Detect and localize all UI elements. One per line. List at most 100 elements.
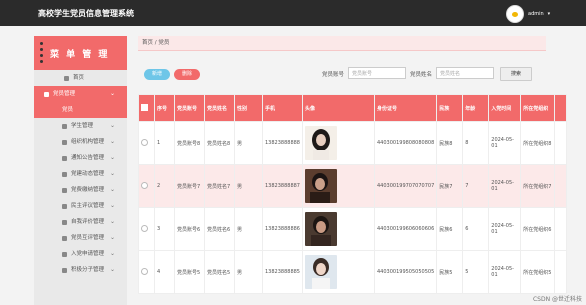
- cell-no: 4: [154, 250, 175, 294]
- breadcrumb-home[interactable]: 首页: [142, 40, 153, 46]
- row-checkbox[interactable]: [141, 224, 148, 232]
- list-icon: [62, 155, 67, 161]
- column-header-overflow: [554, 94, 568, 122]
- cell-no: 2: [154, 164, 175, 208]
- list-icon: [62, 187, 67, 193]
- delete-button[interactable]: 删除: [174, 69, 200, 80]
- sidebar-item-label: 党员: [62, 107, 74, 113]
- sidebar-item-label: 党建动态管理: [71, 171, 105, 177]
- table-row[interactable]: 1 党员账号8 党员姓名8 男 13823888888 440300199808…: [138, 121, 568, 165]
- sidebar-item-activists[interactable]: 积极分子管理 ⌄: [34, 262, 127, 278]
- sidebar-item-students[interactable]: 学生管理 ⌄: [34, 118, 127, 134]
- sidebar-item-label: 通知公告管理: [71, 155, 105, 161]
- chevron-down-icon: ⌄: [109, 234, 115, 241]
- list-icon: [62, 267, 67, 273]
- column-header: 党员姓名: [204, 94, 235, 122]
- sidebar-item-notices[interactable]: 通知公告管理 ⌄: [34, 150, 127, 166]
- checkbox-icon[interactable]: [141, 103, 148, 111]
- chevron-down-icon: ⌄: [109, 90, 115, 97]
- cell-date: 2024-05-01: [488, 164, 522, 208]
- cell-nation: 民族6: [436, 207, 464, 251]
- sidebar-item-label: 民主评议管理: [71, 203, 105, 209]
- cell-id: 440300199707070707: [373, 164, 438, 208]
- column-header: 所在党组织: [520, 94, 556, 122]
- sidebar-item-fees[interactable]: 党费缴纳管理 ⌄: [34, 182, 127, 198]
- watermark: CSDN @世迁科技: [532, 296, 582, 303]
- cell-phone: 13823888886: [262, 207, 303, 251]
- sidebar-item-applications[interactable]: 入党申请管理 ⌄: [34, 246, 127, 262]
- column-header: 性别: [234, 94, 263, 122]
- cell-age: 8: [462, 121, 490, 165]
- column-header: 序号: [154, 94, 175, 122]
- sidebar-item-peer-review[interactable]: 党员互评管理 ⌄: [34, 230, 127, 246]
- avatar[interactable]: [506, 5, 524, 23]
- sidebar-item-organization[interactable]: 组织机构管理 ⌄: [34, 134, 127, 150]
- name-label: 党员姓名: [410, 72, 433, 78]
- account-input[interactable]: 党员账号: [348, 67, 406, 79]
- user-menu[interactable]: admin ▾: [506, 5, 550, 23]
- row-checkbox[interactable]: [141, 138, 148, 146]
- chevron-down-icon: ⌄: [109, 218, 115, 225]
- avatar-photo: [305, 126, 337, 160]
- cell-id: 440300199606060606: [373, 207, 438, 251]
- sidebar-item-home[interactable]: 首页: [34, 70, 127, 86]
- cell-gender: 男: [234, 250, 263, 294]
- sidebar-item-label: 党费缴纳管理: [71, 187, 105, 193]
- cell-account: 党员账号6: [174, 207, 205, 251]
- list-icon: [62, 235, 67, 241]
- cell-phone: 13823888887: [262, 164, 303, 208]
- cell-name: 党员姓名6: [204, 207, 235, 251]
- avatar-photo: [305, 212, 337, 246]
- cell-phone: 13823888885: [262, 250, 303, 294]
- cell-org: 所在党组织6: [520, 207, 556, 251]
- toolbar: 新增 删除 党员账号 党员账号 党员姓名 党员姓名 搜索: [138, 66, 586, 82]
- list-icon: [62, 219, 67, 225]
- cell-overflow: [554, 250, 568, 294]
- add-button[interactable]: 新增: [144, 69, 170, 80]
- list-icon: [62, 171, 67, 177]
- table-row[interactable]: 4 党员账号5 党员姓名5 男 13823888885 440300199505…: [138, 250, 568, 294]
- cell-nation: 民族7: [436, 164, 464, 208]
- chevron-down-icon[interactable]: ▾: [548, 11, 551, 17]
- select-all-checkbox[interactable]: [138, 94, 155, 122]
- cell-overflow: [554, 207, 568, 251]
- cell-overflow: [554, 121, 568, 165]
- chevron-down-icon: ⌄: [109, 138, 115, 145]
- name-input[interactable]: 党员姓名: [436, 67, 494, 79]
- row-checkbox[interactable]: [141, 181, 148, 189]
- column-header: 党员账号: [174, 94, 205, 122]
- list-icon: [62, 139, 67, 145]
- cell-avatar: [302, 207, 375, 251]
- cell-date: 2024-05-01: [488, 121, 522, 165]
- table-row[interactable]: 3 党员账号6 党员姓名6 男 13823888886 440300199606…: [138, 207, 568, 251]
- search-button[interactable]: 搜索: [500, 67, 532, 81]
- chevron-down-icon: ⌄: [109, 186, 115, 193]
- sidebar-item-label: 学生管理: [71, 123, 94, 129]
- cell-avatar: [302, 164, 375, 208]
- cell-id: 440300199808080808: [373, 121, 438, 165]
- column-header: 头像: [302, 94, 375, 122]
- column-header: 入党时间: [488, 94, 522, 122]
- sidebar-item-self-review[interactable]: 自我评价管理 ⌄: [34, 214, 127, 230]
- sidebar-item-news[interactable]: 党建动态管理 ⌄: [34, 166, 127, 182]
- sidebar-item-label: 自我评价管理: [71, 219, 105, 225]
- cell-account: 党员账号8: [174, 121, 205, 165]
- sidebar-item-democratic-review[interactable]: 民主评议管理 ⌄: [34, 198, 127, 214]
- cell-name: 党员姓名7: [204, 164, 235, 208]
- cell-nation: 民族5: [436, 250, 464, 294]
- table-row[interactable]: 2 党员账号7 党员姓名7 男 13823888887 440300199707…: [138, 164, 568, 208]
- app-title: 高校学生党员信息管理系统: [38, 9, 134, 18]
- sidebar-group-party-members[interactable]: 党员管理 ⌄: [34, 86, 127, 102]
- column-header: 手机: [262, 94, 303, 122]
- table-header-row: 序号 党员账号 党员姓名 性别 手机 头像 身份证号 民族 年龄 入党时间 所在…: [138, 94, 568, 122]
- list-icon: [62, 123, 67, 129]
- cell-org: 所在党组织5: [520, 250, 556, 294]
- username[interactable]: admin: [528, 11, 544, 17]
- row-checkbox[interactable]: [141, 267, 148, 275]
- sidebar-item-party-member[interactable]: 党员: [34, 102, 127, 118]
- breadcrumb-separator: /: [154, 40, 157, 46]
- cell-account: 党员账号5: [174, 250, 205, 294]
- sidebar-title: 菜 单 管 理: [50, 50, 110, 60]
- user-icon: [44, 91, 49, 97]
- top-bar: 高校学生党员信息管理系统 admin ▾: [0, 0, 586, 26]
